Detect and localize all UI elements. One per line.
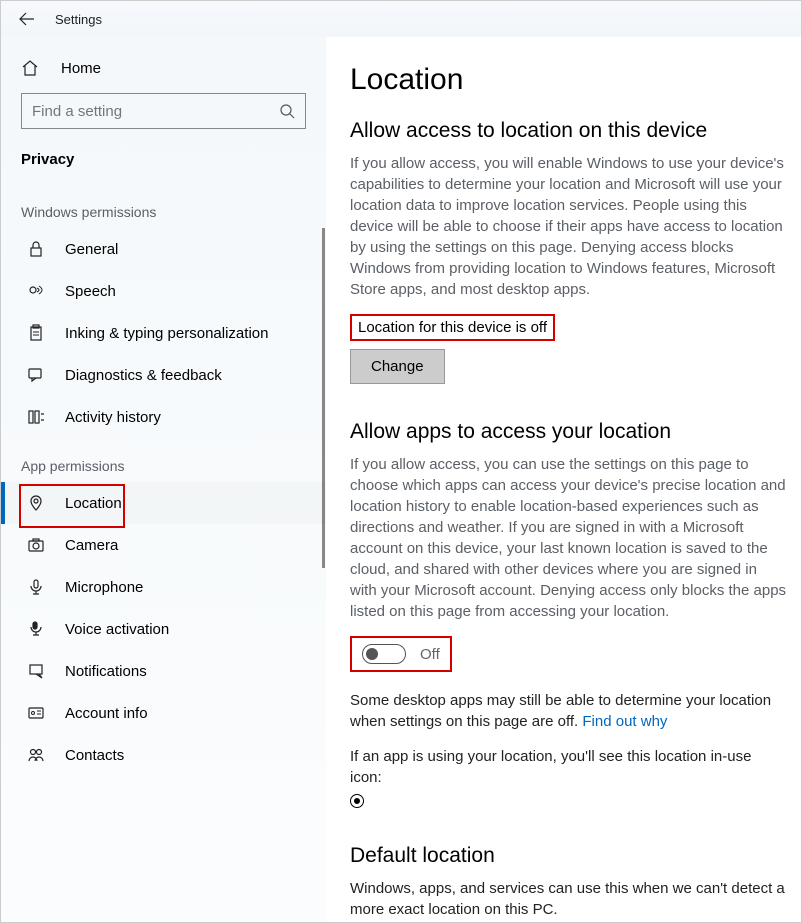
apps-location-toggle[interactable] (362, 644, 406, 664)
home-icon (21, 59, 43, 77)
sidebar-home-label: Home (61, 60, 101, 77)
sidebar-item-label: Microphone (65, 579, 143, 596)
sidebar-item-label: Activity history (65, 409, 161, 426)
arrow-left-icon (19, 11, 35, 27)
account-icon (25, 704, 47, 722)
sidebar-item-label: Camera (65, 537, 118, 554)
section-body-apps-access: If you allow access, you can use the set… (350, 454, 787, 622)
sidebar-section-privacy: Privacy (1, 143, 326, 184)
change-button[interactable]: Change (350, 349, 445, 384)
voice-icon (25, 620, 47, 638)
search-icon (279, 103, 295, 119)
page-title: Location (350, 63, 787, 97)
sidebar-item-inking[interactable]: Inking & typing personalization (1, 312, 326, 354)
find-out-why-link[interactable]: Find out why (582, 713, 667, 730)
sidebar-item-label: Inking & typing personalization (65, 325, 268, 342)
sidebar-item-location[interactable]: Location (1, 482, 326, 524)
sidebar-item-label: Location (65, 495, 122, 512)
search-box[interactable] (21, 93, 306, 129)
section-heading-default-location: Default location (350, 844, 787, 868)
sidebar-item-contacts[interactable]: Contacts (1, 734, 326, 776)
sidebar: Home Privacy Windows permissions General… (1, 37, 326, 922)
apps-location-toggle-wrap: Off (350, 636, 452, 672)
contacts-icon (25, 746, 47, 764)
inuse-note: If an app is using your location, you'll… (350, 746, 787, 788)
apps-location-toggle-label: Off (420, 646, 440, 663)
desktop-apps-note: Some desktop apps may still be able to d… (350, 690, 787, 732)
sidebar-item-label: Contacts (65, 747, 124, 764)
sidebar-item-label: Voice activation (65, 621, 169, 638)
sidebar-item-diagnostics[interactable]: Diagnostics & feedback (1, 354, 326, 396)
section-body-device-access: If you allow access, you will enable Win… (350, 153, 787, 300)
content-pane: Location Allow access to location on thi… (326, 37, 801, 922)
location-device-status: Location for this device is off (350, 314, 555, 341)
location-icon (25, 494, 47, 512)
lock-icon (25, 240, 47, 258)
sidebar-item-label: General (65, 241, 118, 258)
activity-icon (25, 408, 47, 426)
microphone-icon (25, 578, 47, 596)
section-heading-apps-access: Allow apps to access your location (350, 420, 787, 444)
location-inuse-icon (350, 794, 364, 808)
search-input[interactable] (32, 103, 279, 120)
sidebar-item-label: Account info (65, 705, 148, 722)
sidebar-group-windows: Windows permissions (1, 184, 326, 228)
sidebar-item-speech[interactable]: Speech (1, 270, 326, 312)
titlebar: Settings (1, 1, 801, 37)
sidebar-item-notifications[interactable]: Notifications (1, 650, 326, 692)
sidebar-item-activity[interactable]: Activity history (1, 396, 326, 438)
camera-icon (25, 536, 47, 554)
speech-icon (25, 282, 47, 300)
sidebar-home[interactable]: Home (1, 49, 326, 87)
back-button[interactable] (15, 7, 39, 31)
sidebar-item-label: Speech (65, 283, 116, 300)
sidebar-item-camera[interactable]: Camera (1, 524, 326, 566)
sidebar-item-label: Diagnostics & feedback (65, 367, 222, 384)
clipboard-icon (25, 324, 47, 342)
sidebar-item-microphone[interactable]: Microphone (1, 566, 326, 608)
sidebar-item-account-info[interactable]: Account info (1, 692, 326, 734)
sidebar-group-app: App permissions (1, 438, 326, 482)
sidebar-item-voice-activation[interactable]: Voice activation (1, 608, 326, 650)
window-title: Settings (55, 12, 102, 27)
sidebar-item-general[interactable]: General (1, 228, 326, 270)
feedback-icon (25, 366, 47, 384)
section-body-default-location: Windows, apps, and services can use this… (350, 878, 787, 920)
sidebar-item-label: Notifications (65, 663, 147, 680)
section-heading-device-access: Allow access to location on this device (350, 119, 787, 143)
notifications-icon (25, 662, 47, 680)
